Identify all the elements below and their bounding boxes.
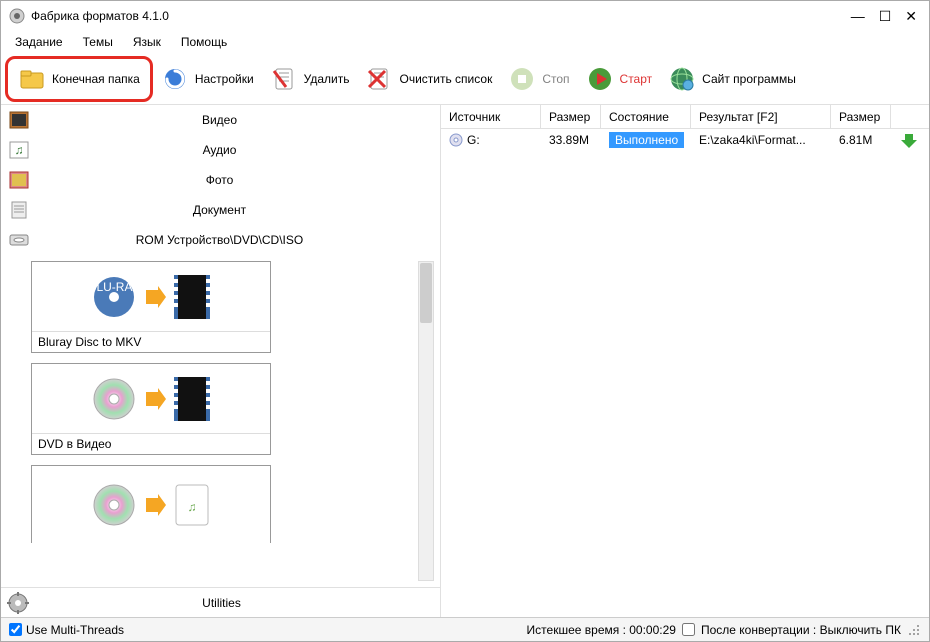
clear-list-label: Очистить список bbox=[399, 72, 492, 86]
start-icon bbox=[586, 65, 614, 93]
cell-action[interactable] bbox=[891, 130, 929, 150]
shutdown-checkbox[interactable] bbox=[682, 623, 695, 636]
utilities-row[interactable]: Utilities bbox=[1, 587, 440, 617]
utilities-label: Utilities bbox=[37, 596, 434, 610]
clear-list-icon bbox=[365, 65, 393, 93]
table-row[interactable]: G: 33.89M Выполнено E:\zaka4ki\Format...… bbox=[441, 129, 929, 151]
th-size[interactable]: Размер bbox=[541, 105, 601, 128]
photo-icon bbox=[7, 170, 31, 190]
preset-label: DVD в Видео bbox=[32, 433, 270, 454]
preset-bluray-mkv[interactable]: BLU-RAY Bluray Disc to MKV bbox=[31, 261, 271, 353]
start-button[interactable]: Старт bbox=[578, 61, 661, 97]
elapsed-time: Истекшее время : 00:00:29 bbox=[527, 623, 676, 637]
cell-result: E:\zaka4ki\Format... bbox=[691, 131, 831, 149]
start-label: Старт bbox=[620, 72, 653, 86]
th-size2[interactable]: Размер bbox=[831, 105, 891, 128]
maximize-button[interactable]: ☐ bbox=[879, 8, 892, 25]
settings-button[interactable]: Настройки bbox=[153, 61, 262, 97]
category-rom-label: ROM Устройство\DVD\CD\ISO bbox=[39, 233, 434, 247]
table-header: Источник Размер Состояние Результат [F2]… bbox=[441, 105, 929, 129]
resize-grip-icon[interactable] bbox=[907, 623, 921, 637]
category-photo-label: Фото bbox=[39, 173, 434, 187]
preset-art: BLU-RAY bbox=[32, 262, 270, 331]
output-folder-button[interactable]: Конечная папка bbox=[10, 61, 148, 97]
delete-label: Удалить bbox=[304, 72, 350, 86]
stop-icon bbox=[508, 65, 536, 93]
category-photo[interactable]: Фото bbox=[1, 165, 440, 195]
website-button[interactable]: Сайт программы bbox=[660, 61, 804, 97]
preset-dvd-audio[interactable]: ♫ bbox=[31, 465, 271, 543]
disc-icon bbox=[449, 133, 463, 147]
settings-icon bbox=[161, 65, 189, 93]
website-label: Сайт программы bbox=[702, 72, 796, 86]
th-result[interactable]: Результат [F2] bbox=[691, 105, 831, 128]
cell-state: Выполнено bbox=[601, 130, 691, 150]
category-audio[interactable]: ♫ Аудио bbox=[1, 135, 440, 165]
app-icon bbox=[9, 8, 25, 24]
folder-icon bbox=[18, 65, 46, 93]
clear-list-button[interactable]: Очистить список bbox=[357, 61, 500, 97]
svg-text:BLU-RAY: BLU-RAY bbox=[90, 280, 138, 294]
category-document[interactable]: Документ bbox=[1, 195, 440, 225]
delete-button[interactable]: Удалить bbox=[262, 61, 358, 97]
stop-label: Стоп bbox=[542, 72, 569, 86]
scrollbar-thumb[interactable] bbox=[420, 263, 432, 323]
minimize-button[interactable]: — bbox=[851, 8, 865, 24]
menu-language[interactable]: Язык bbox=[125, 33, 169, 51]
preset-label: Bluray Disc to MKV bbox=[32, 331, 270, 352]
preset-scrollbar[interactable] bbox=[418, 261, 434, 581]
arrow-right-icon bbox=[144, 286, 166, 308]
category-rom[interactable]: ROM Устройство\DVD\CD\ISO bbox=[1, 225, 440, 255]
globe-icon bbox=[668, 65, 696, 93]
arrow-right-icon bbox=[144, 388, 166, 410]
th-source[interactable]: Источник bbox=[441, 105, 541, 128]
stop-button[interactable]: Стоп bbox=[500, 61, 577, 97]
menu-help[interactable]: Помощь bbox=[173, 33, 235, 51]
svg-text:♫: ♫ bbox=[15, 143, 24, 157]
statusbar: Use Multi-Threads Истекшее время : 00:00… bbox=[1, 617, 929, 641]
shutdown-label: После конвертации : Выключить ПК bbox=[701, 623, 901, 637]
cell-source: G: bbox=[467, 133, 480, 147]
video-icon bbox=[7, 110, 31, 130]
category-document-label: Документ bbox=[39, 203, 434, 217]
delete-icon bbox=[270, 65, 298, 93]
multithread-label: Use Multi-Threads bbox=[26, 623, 124, 637]
multithread-checkbox[interactable] bbox=[9, 623, 22, 636]
preset-dvd-video[interactable]: DVD в Видео bbox=[31, 363, 271, 455]
settings-label: Настройки bbox=[195, 72, 254, 86]
th-state[interactable]: Состояние bbox=[601, 105, 691, 128]
arrow-right-icon bbox=[144, 494, 166, 516]
category-video-label: Видео bbox=[39, 113, 434, 127]
menubar: Задание Темы Язык Помощь bbox=[1, 31, 929, 53]
menu-task[interactable]: Задание bbox=[7, 33, 71, 51]
window-title: Фабрика форматов 4.1.0 bbox=[31, 9, 851, 23]
menu-themes[interactable]: Темы bbox=[75, 33, 121, 51]
cell-size: 33.89M bbox=[541, 131, 601, 149]
preset-art: ♫ bbox=[32, 466, 270, 543]
svg-text:♫: ♫ bbox=[188, 500, 197, 514]
toolbar: Конечная папка Настройки Удалить Очистит… bbox=[1, 53, 929, 105]
category-audio-label: Аудио bbox=[39, 143, 434, 157]
document-icon bbox=[7, 200, 31, 220]
audio-icon: ♫ bbox=[7, 140, 31, 160]
category-video[interactable]: Видео bbox=[1, 105, 440, 135]
gear-icon bbox=[7, 592, 29, 614]
close-button[interactable]: ✕ bbox=[905, 8, 917, 25]
download-arrow-icon bbox=[901, 132, 917, 148]
cell-size2: 6.81M bbox=[831, 131, 891, 149]
disc-drive-icon bbox=[7, 230, 31, 250]
output-folder-label: Конечная папка bbox=[52, 72, 140, 86]
preset-art bbox=[32, 364, 270, 433]
annotation-highlight: Конечная папка bbox=[5, 56, 153, 102]
